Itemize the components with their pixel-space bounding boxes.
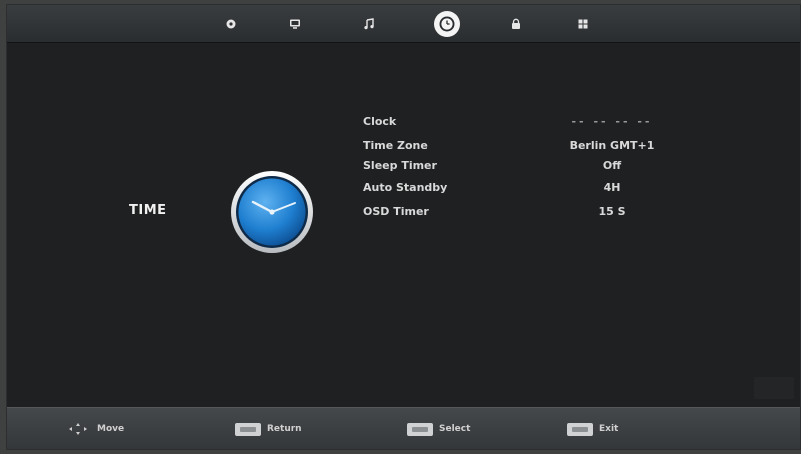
tab-lock[interactable] <box>502 10 530 38</box>
menu-item-label: Time Zone <box>363 139 428 152</box>
tab-setup[interactable] <box>569 10 597 38</box>
hint-return: Return <box>235 420 302 438</box>
enter-key-icon <box>407 422 433 436</box>
exit-key-icon <box>567 422 593 436</box>
picture-icon <box>226 19 236 29</box>
menu-item-value: Berlin GMT+1 <box>569 139 655 152</box>
corner-panel <box>754 377 794 399</box>
grid-icon <box>578 19 588 29</box>
clock-icon <box>231 171 313 253</box>
hint-label: Select <box>439 424 471 434</box>
tv-icon <box>290 19 300 29</box>
menu-item-sleep-timer[interactable]: Sleep Timer Off <box>357 155 687 177</box>
hint-label: Exit <box>599 424 619 434</box>
category-tab-bar <box>7 5 800 43</box>
menu-item-auto-standby[interactable]: Auto Standby 4H <box>357 177 687 199</box>
tab-picture[interactable] <box>217 10 245 38</box>
tab-time-highlight <box>434 11 460 37</box>
tab-sound[interactable] <box>355 10 383 38</box>
menu-item-value: -- -- -- -- <box>571 115 653 128</box>
menu-item-label: Auto Standby <box>363 181 448 194</box>
menu-panel: TIME Clock -- -- -- -- Time Zone Berlin … <box>6 4 801 450</box>
tv-screen: TIME Clock -- -- -- -- Time Zone Berlin … <box>0 0 801 454</box>
menu-item-value: 4H <box>603 181 621 194</box>
menu-key-icon <box>235 422 261 436</box>
navigation-arrows-icon <box>67 422 89 436</box>
tab-time[interactable] <box>433 10 461 38</box>
hint-move: Move <box>67 420 124 438</box>
hint-label: Move <box>97 424 125 434</box>
menu-item-label: Clock <box>363 115 397 128</box>
key-hint-bar: Move Return Select Exit <box>7 407 800 449</box>
menu-item-label: Sleep Timer <box>363 159 437 172</box>
section-title: TIME <box>129 203 167 218</box>
section-clock-graphic <box>229 169 315 255</box>
music-note-icon <box>364 18 374 30</box>
menu-item-label: OSD Timer <box>363 205 429 218</box>
menu-item-clock[interactable]: Clock -- -- -- -- <box>357 111 687 133</box>
hint-label: Return <box>267 424 302 434</box>
clock-icon <box>439 16 455 32</box>
hint-exit: Exit <box>567 420 618 438</box>
tab-channel[interactable] <box>281 10 309 38</box>
lock-icon <box>512 18 520 29</box>
menu-item-value: 15 S <box>598 205 626 218</box>
hint-select: Select <box>407 420 470 438</box>
menu-item-osd-timer[interactable]: OSD Timer 15 S <box>357 201 687 223</box>
menu-item-value: Off <box>602 159 622 172</box>
menu-item-time-zone[interactable]: Time Zone Berlin GMT+1 <box>357 135 687 157</box>
